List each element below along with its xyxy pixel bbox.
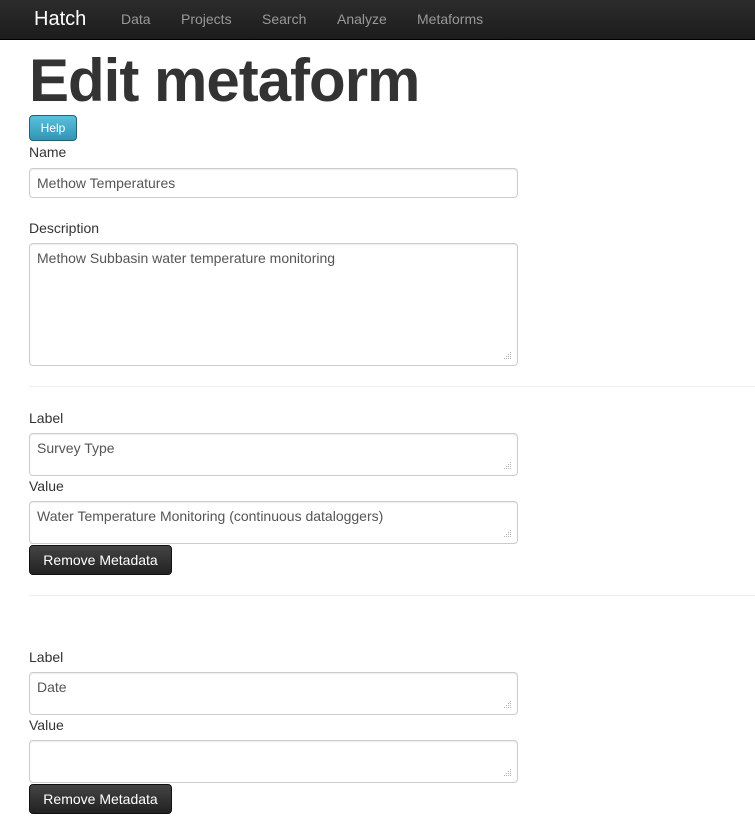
metadata-label-label: Label <box>29 649 64 665</box>
top-navbar: Hatch Data Projects Search Analyze Metaf… <box>0 0 755 40</box>
metadata-label-value: Date <box>37 679 67 695</box>
description-label: Description <box>29 220 100 236</box>
resize-grip-icon[interactable] <box>504 352 512 360</box>
metadata-value-textarea[interactable]: Water Temperature Monitoring (continuous… <box>29 501 518 544</box>
description-textarea-value: Methow Subbasin water temperature monito… <box>37 250 336 266</box>
help-button[interactable]: Help <box>29 115 77 141</box>
metadata-value-label: Value <box>29 478 64 494</box>
name-input-value: Methow Temperatures <box>37 175 176 191</box>
metadata-label-textarea[interactable]: Survey Type <box>29 433 518 476</box>
metadata-label-textarea[interactable]: Date <box>29 672 518 715</box>
resize-grip-icon[interactable] <box>504 530 512 538</box>
name-label: Name <box>29 144 67 160</box>
metadata-label-label: Label <box>29 410 64 426</box>
resize-grip-icon[interactable] <box>504 769 512 777</box>
description-textarea[interactable]: Methow Subbasin water temperature monito… <box>29 243 518 366</box>
brand-link[interactable]: Hatch <box>34 8 86 30</box>
section-divider <box>29 386 755 387</box>
metadata-value-textarea[interactable] <box>29 740 518 783</box>
metadata-value-label: Value <box>29 717 64 733</box>
nav-item-data[interactable]: Data <box>121 11 151 27</box>
metadata-label-value: Survey Type <box>37 440 115 456</box>
nav-item-metaforms[interactable]: Metaforms <box>417 11 483 27</box>
nav-item-search[interactable]: Search <box>262 11 306 27</box>
page-title: Edit metaform <box>29 47 420 114</box>
resize-grip-icon[interactable] <box>504 701 512 709</box>
name-input[interactable]: Methow Temperatures <box>29 168 518 198</box>
metadata-value-value: Water Temperature Monitoring (continuous… <box>37 508 384 524</box>
nav-item-projects[interactable]: Projects <box>181 11 232 27</box>
section-divider <box>29 595 755 596</box>
remove-metadata-button[interactable]: Remove Metadata <box>29 784 172 814</box>
resize-grip-icon[interactable] <box>504 462 512 470</box>
remove-metadata-button[interactable]: Remove Metadata <box>29 545 172 575</box>
nav-item-analyze[interactable]: Analyze <box>337 11 387 27</box>
